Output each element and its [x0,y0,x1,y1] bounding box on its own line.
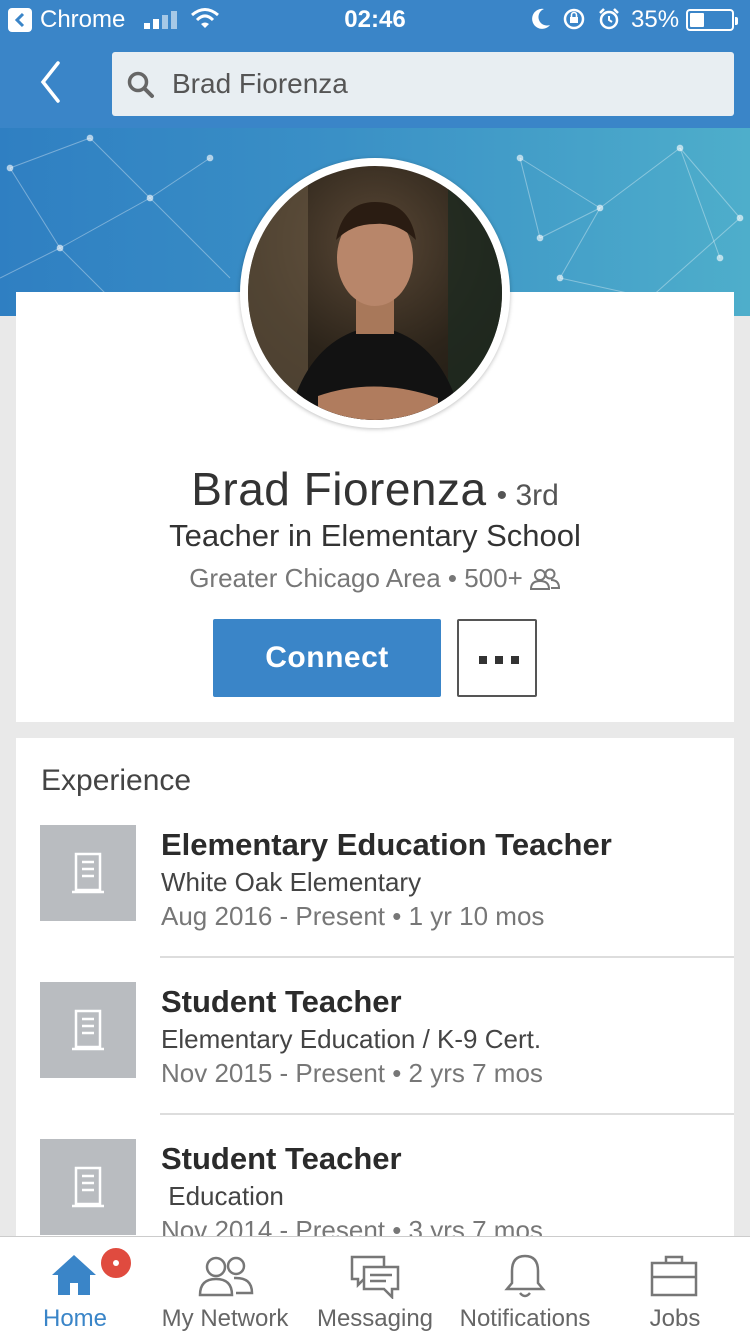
moon-icon [532,8,550,29]
building-icon [72,852,104,894]
battery-icon [686,9,738,31]
profile-headline: Teacher in Elementary School [169,518,581,553]
alarm-icon [599,8,619,30]
tab-label: Notifications [459,1305,591,1332]
divider [160,956,734,958]
home-icon [52,1255,96,1295]
status-bar: Chrome 02:46 35% [0,0,750,42]
battery-percent: 35% [631,6,680,33]
tab-label: My Network [161,1305,289,1332]
company-logo-placeholder [40,1139,136,1235]
job-company: White Oak Elementary [161,867,422,897]
chevron-left-icon [40,61,60,103]
bottom-tab-bar: Home My Network Messaging Notifications … [0,1236,750,1334]
job-title: Student Teacher [161,984,402,1019]
tab-label: Messaging [316,1305,434,1332]
messaging-icon [350,1255,400,1299]
bell-icon [504,1254,546,1298]
job-dates: Nov 2015 - Present • 2 yrs 7 mos [161,1058,543,1088]
divider [160,1113,734,1115]
briefcase-icon [650,1255,698,1297]
job-dates: Aug 2016 - Present • 1 yr 10 mos [161,901,545,931]
job-title: Student Teacher [161,1141,402,1176]
profile-photo [248,166,502,420]
search-input[interactable]: Brad Fiorenza [112,52,734,116]
search-value: Brad Fiorenza [172,68,348,99]
tab-messaging[interactable]: Messaging [300,1237,450,1334]
section-title-experience: Experience [41,764,192,797]
tab-label: Home [42,1305,108,1332]
building-icon [72,1166,104,1208]
job-company: Education [161,1181,284,1211]
tab-label: Jobs [649,1305,701,1332]
profile-name-row: Brad Fiorenza • 3rd [0,462,750,516]
top-bar: Chrome 02:46 35% Brad Fiorenza [0,0,750,128]
back-button[interactable] [38,60,78,110]
building-icon [72,1009,104,1051]
notification-badge [98,1245,134,1281]
tab-my-network[interactable]: My Network [150,1237,300,1334]
more-options-button[interactable] [457,619,537,697]
search-icon [127,71,154,98]
avatar[interactable] [240,158,510,428]
connection-degree: • 3rd [496,479,559,512]
profile-name: Brad Fiorenza [191,463,487,515]
tab-jobs[interactable]: Jobs [600,1237,750,1334]
location-connections: Greater Chicago Area • 500+ [189,563,523,593]
network-icon [198,1256,254,1297]
connections-icon [529,568,560,590]
connect-button[interactable]: Connect [213,619,441,697]
rotation-lock-icon [563,8,585,30]
tab-home[interactable]: Home [0,1237,150,1334]
job-company: Elementary Education / K-9 Cert. [161,1024,542,1054]
profile-meta: Greater Chicago Area • 500+ [0,563,750,594]
company-logo-placeholder [40,982,136,1078]
tab-notifications[interactable]: Notifications [450,1237,600,1334]
company-logo-placeholder [40,825,136,921]
job-title: Elementary Education Teacher [161,827,612,862]
